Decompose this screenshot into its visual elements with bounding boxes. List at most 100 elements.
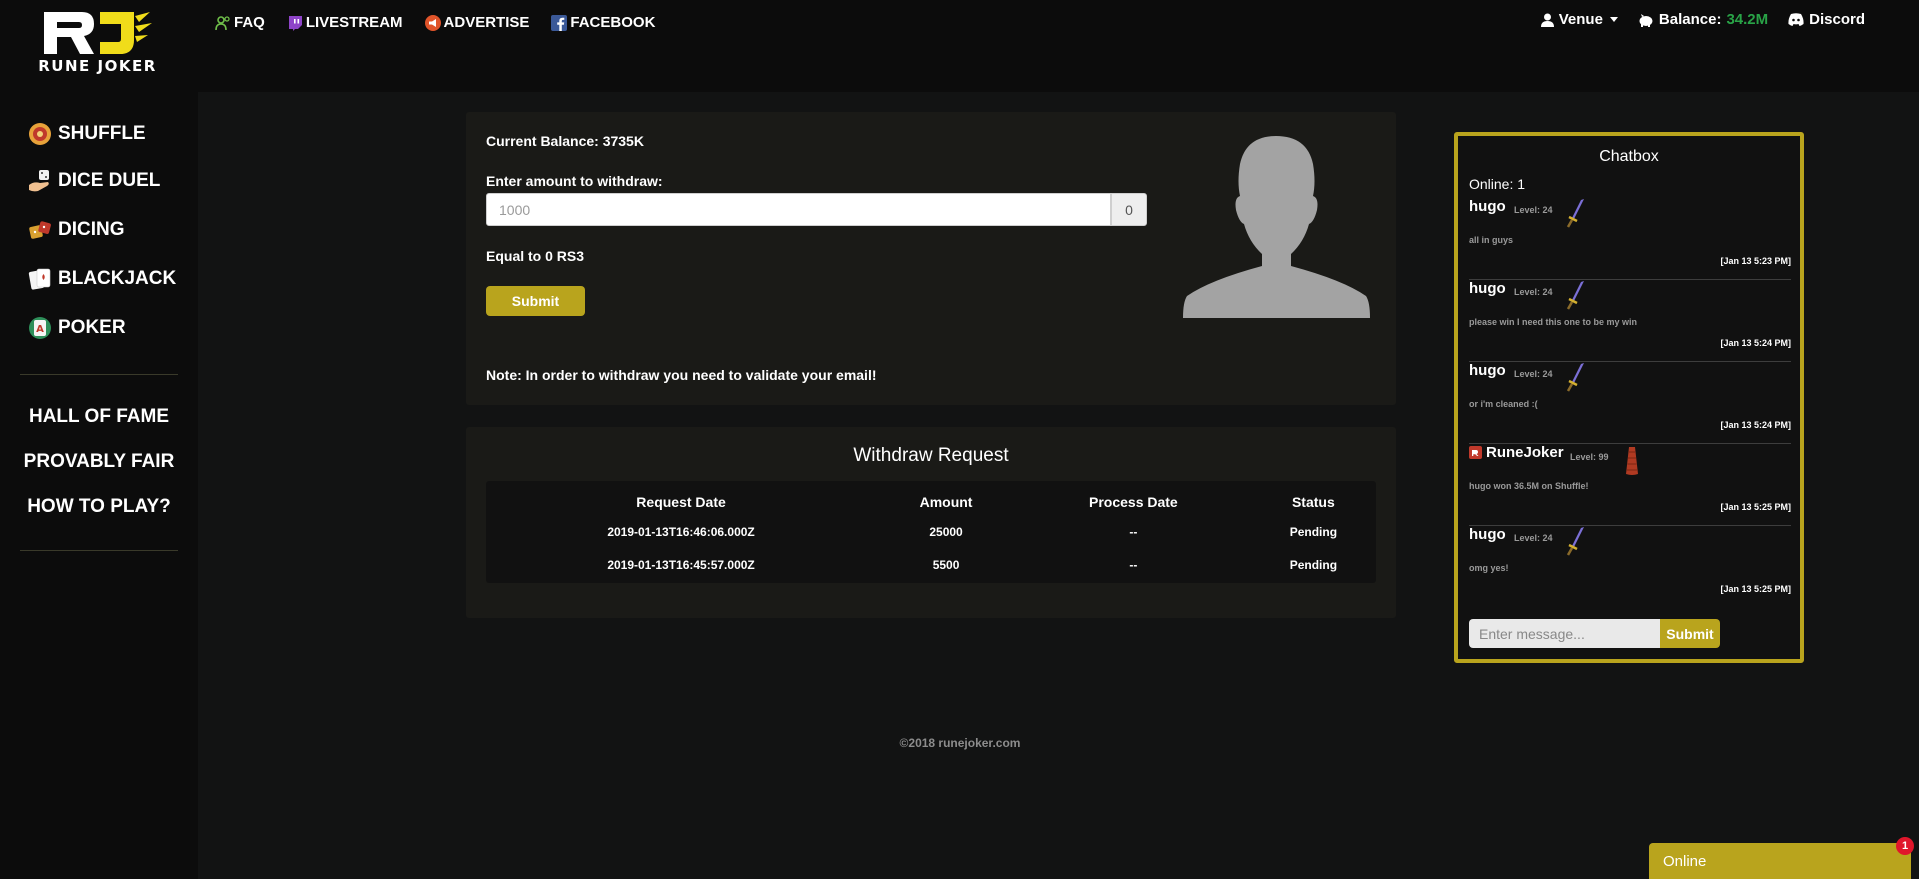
chat-message-text: omg yes! <box>1469 563 1509 573</box>
sidebar-item-poker[interactable]: A POKER <box>28 316 126 340</box>
nav-faq[interactable]: FAQ <box>215 14 265 31</box>
megaphone-icon <box>424 14 441 31</box>
chat-message-input[interactable] <box>1469 619 1660 648</box>
chat-user-level: Level: 99 <box>1570 452 1609 462</box>
avatar-silhouette-icon <box>1183 136 1370 318</box>
chevron-down-icon <box>1609 17 1618 22</box>
sidebar-item-label: DICE DUEL <box>58 170 161 191</box>
logo-mark-icon <box>44 12 152 54</box>
chat-message-text: or i'm cleaned :( <box>1469 399 1538 409</box>
cape-icon <box>1626 447 1638 475</box>
sidebar-item-dicing[interactable]: DICING <box>28 218 125 242</box>
column-amount: Amount <box>919 494 973 510</box>
withdraw-submit-button[interactable]: Submit <box>486 286 585 316</box>
sidebar-item-shuffle[interactable]: SHUFFLE <box>28 122 146 146</box>
nav-livestream-label: LIVESTREAM <box>305 14 403 31</box>
balance-value: 34.2M <box>1726 11 1769 28</box>
withdraw-amount-input[interactable] <box>486 193 1111 226</box>
user-menu[interactable]: Venue <box>1540 11 1618 28</box>
online-count: Online: 1 <box>1469 176 1526 192</box>
chat-username[interactable]: hugo <box>1469 362 1506 379</box>
sword-icon <box>1566 363 1584 392</box>
site-logo[interactable]: RUNE JOKER <box>30 10 160 76</box>
cell-amount: 25000 <box>929 524 963 539</box>
user-icon <box>1540 13 1554 27</box>
cell-amount: 5500 <box>932 557 960 572</box>
cell-status: Pending <box>1289 557 1338 572</box>
nav-advertise[interactable]: ADVERTISE <box>424 14 530 31</box>
discord-icon <box>1788 13 1804 26</box>
chat-timestamp: [Jan 13 5:25 PM] <box>1720 502 1791 512</box>
chat-username[interactable]: hugo <box>1469 198 1506 215</box>
chat-timestamp: [Jan 13 5:24 PM] <box>1720 338 1791 348</box>
chat-timestamp: [Jan 13 5:24 PM] <box>1720 420 1791 430</box>
sidebar-divider <box>20 374 178 375</box>
chat-username[interactable]: hugo <box>1469 526 1506 543</box>
amount-addon: 0 <box>1111 193 1147 226</box>
sword-icon <box>1566 281 1584 310</box>
cell-request-date: 2019-01-13T16:46:06.000Z <box>607 524 755 539</box>
chat-message-text: hugo won 36.5M on Shuffle! <box>1469 481 1589 491</box>
online-widget-label: Online <box>1663 853 1707 870</box>
cards-icon <box>28 268 51 290</box>
sidebar-divider <box>20 550 178 551</box>
chat-user-level: Level: 24 <box>1514 369 1553 379</box>
current-balance: Current Balance: 3735K <box>486 133 644 149</box>
cell-request-date: 2019-01-13T16:45:57.000Z <box>607 557 755 572</box>
withdraw-note: Note: In order to withdraw you need to v… <box>486 367 877 383</box>
balance-display: Balance: 34.2M <box>1638 11 1768 28</box>
chat-username-text: hugo <box>1469 198 1506 215</box>
equal-to-text: Equal to 0 RS3 <box>486 248 585 264</box>
footer-copyright: ©2018 runejoker.com <box>899 736 1021 750</box>
online-chat-widget[interactable]: Online <box>1649 843 1911 879</box>
nav-facebook[interactable]: FACEBOOK <box>551 14 655 31</box>
table-row: 2019-01-13T16:45:57.000Z 5500 -- Pending <box>486 548 1376 581</box>
cell-process-date: -- <box>1129 557 1138 572</box>
dice-hand-icon <box>29 170 49 192</box>
chat-username-text: hugo <box>1469 280 1506 297</box>
withdraw-panel: Current Balance: 3735K Enter amount to w… <box>466 112 1396 405</box>
column-status: Status <box>1291 494 1335 510</box>
sidebar-item-label: POKER <box>58 317 126 338</box>
chat-message: RuneJoker Level: 99 hugo won 36.5M on Sh… <box>1469 444 1791 526</box>
withdraw-requests-panel: Withdraw Request Request Date Amount Pro… <box>466 427 1396 618</box>
chat-username[interactable]: hugo <box>1469 280 1506 297</box>
table-header-row: Request Date Amount Process Date Status <box>486 481 1376 515</box>
notification-badge: 1 <box>1896 837 1914 855</box>
top-bar: RUNE JOKER FAQ LIVESTREAM ADVERTISE FACE… <box>0 0 1919 92</box>
facebook-icon <box>551 14 568 31</box>
discord-link[interactable]: Discord <box>1788 11 1865 28</box>
sidebar-item-hall-of-fame[interactable]: HALL OF FAME <box>0 406 198 428</box>
piggy-bank-icon <box>1639 13 1653 27</box>
cell-process-date: -- <box>1129 524 1138 539</box>
chat-user-level: Level: 24 <box>1514 287 1553 297</box>
chat-message-text: please win I need this one to be my win <box>1469 317 1638 327</box>
chat-message: hugo Level: 24 all in guys [Jan 13 5:23 … <box>1469 198 1791 280</box>
chatbox: Chatbox Online: 1 hugo Level: 24 all in … <box>1454 132 1804 663</box>
chat-message: hugo Level: 24 or i'm cleaned :( [Jan 13… <box>1469 362 1791 444</box>
nav-advertise-label: ADVERTISE <box>443 14 530 31</box>
svg-text:A: A <box>36 324 44 335</box>
chat-username[interactable]: RuneJoker <box>1469 444 1564 461</box>
sidebar: SHUFFLE DICE DUEL DICING BLACKJACK A POK… <box>0 92 198 879</box>
cell-status: Pending <box>1289 524 1338 539</box>
balance-label: Balance: <box>1658 11 1722 28</box>
sidebar-item-label: BLACKJACK <box>58 268 177 289</box>
chat-message: hugo Level: 24 omg yes! [Jan 13 5:25 PM] <box>1469 526 1791 608</box>
chat-submit-button[interactable]: Submit <box>1660 619 1720 648</box>
logo-text: RUNE JOKER <box>38 57 157 75</box>
nav-livestream[interactable]: LIVESTREAM <box>287 14 403 31</box>
chat-user-level: Level: 24 <box>1514 533 1553 543</box>
sidebar-item-blackjack[interactable]: BLACKJACK <box>28 267 176 291</box>
top-right-menu: Venue Balance: 34.2M Discord <box>1540 11 1865 28</box>
sidebar-item-dice-duel[interactable]: DICE DUEL <box>28 169 160 193</box>
chat-timestamp: [Jan 13 5:23 PM] <box>1720 256 1791 266</box>
sidebar-item-provably-fair[interactable]: PROVABLY FAIR <box>0 451 198 473</box>
chat-username-text: hugo <box>1469 526 1506 543</box>
chat-timestamp: [Jan 13 5:25 PM] <box>1720 584 1791 594</box>
wheel-icon <box>29 123 51 145</box>
sidebar-item-how-to-play[interactable]: HOW TO PLAY? <box>0 496 198 518</box>
table-row: 2019-01-13T16:46:06.000Z 25000 -- Pendin… <box>486 515 1376 548</box>
sword-icon <box>1566 199 1584 228</box>
requests-title: Withdraw Request <box>853 445 1009 466</box>
